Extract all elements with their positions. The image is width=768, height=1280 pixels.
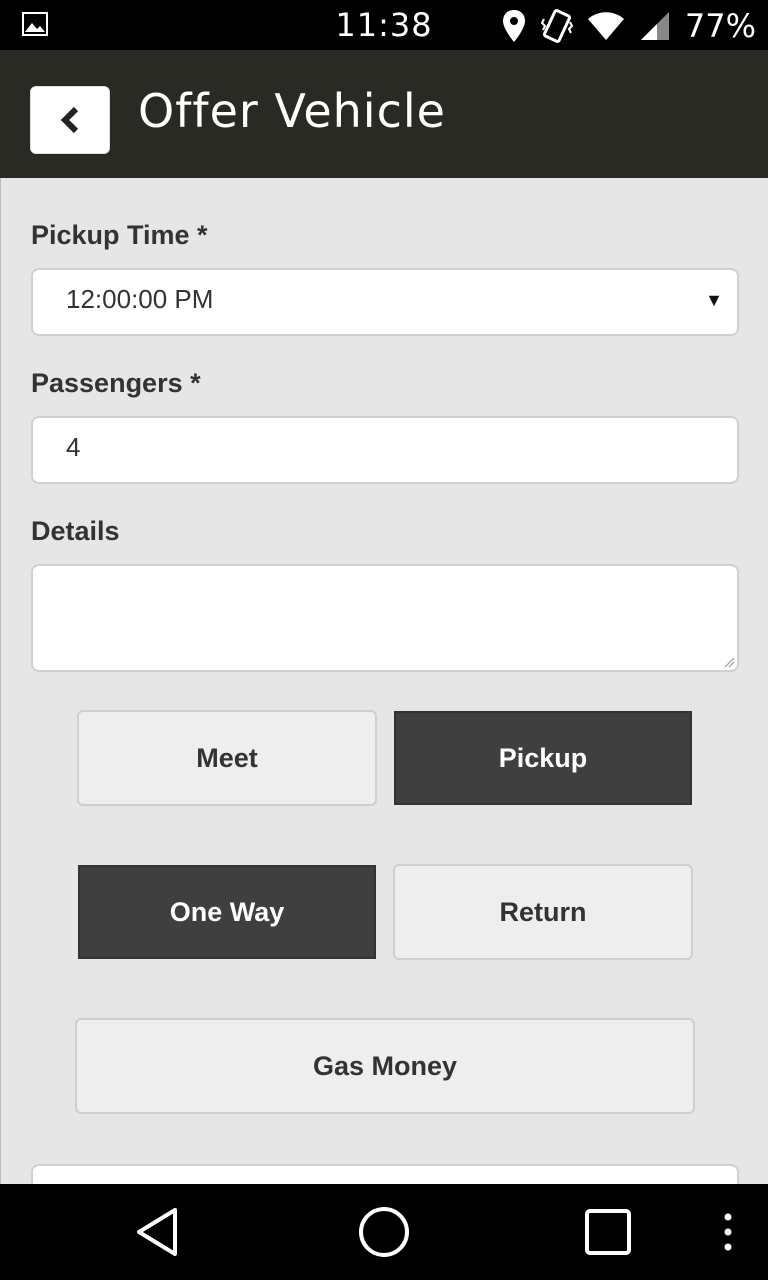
vibrate-icon	[540, 9, 573, 43]
status-icons: 77%	[501, 6, 756, 46]
pickup-time-label: Pickup Time *	[31, 220, 208, 250]
meet-button[interactable]: Meet	[77, 710, 377, 806]
back-button[interactable]	[30, 86, 110, 154]
signal-icon	[640, 12, 669, 40]
battery-level: 77%	[684, 7, 756, 45]
details-label: Details	[31, 516, 120, 546]
passengers-label: Passengers *	[31, 368, 201, 398]
pickup-time-select[interactable]: 12:00:00 PM ▼	[31, 268, 739, 336]
nav-bar	[0, 1184, 768, 1280]
passengers-value: 4	[66, 432, 81, 462]
pickup-button[interactable]: Pickup	[394, 711, 692, 805]
dropdown-arrow-icon: ▼	[705, 290, 723, 310]
one-way-button[interactable]: One Way	[78, 865, 376, 959]
pickup-time-value: 12:00:00 PM	[66, 284, 214, 314]
next-field[interactable]	[31, 1164, 739, 1184]
page-title: Offer Vehicle	[138, 84, 446, 138]
nav-back-button[interactable]	[118, 1184, 198, 1280]
nav-recents-button[interactable]	[568, 1184, 648, 1280]
overflow-menu-button[interactable]	[708, 1184, 748, 1280]
resize-grip-icon[interactable]	[723, 656, 735, 668]
gas-money-button[interactable]: Gas Money	[75, 1018, 695, 1114]
location-icon	[502, 10, 525, 42]
recents-square-icon	[585, 1209, 631, 1255]
overflow-menu-icon	[724, 1213, 732, 1251]
chevron-left-icon	[60, 106, 79, 134]
app-header: Offer Vehicle	[0, 50, 768, 178]
passengers-input[interactable]: 4	[31, 416, 739, 484]
nav-home-button[interactable]	[344, 1184, 424, 1280]
back-triangle-icon	[137, 1208, 177, 1256]
home-circle-icon	[359, 1207, 409, 1257]
return-button[interactable]: Return	[393, 864, 693, 960]
details-textarea[interactable]	[31, 564, 739, 672]
status-bar: 11:38 77%	[0, 0, 768, 50]
form-content[interactable]: Pickup Time * 12:00:00 PM ▼ Passengers *…	[0, 178, 768, 1184]
wifi-icon	[587, 12, 624, 40]
